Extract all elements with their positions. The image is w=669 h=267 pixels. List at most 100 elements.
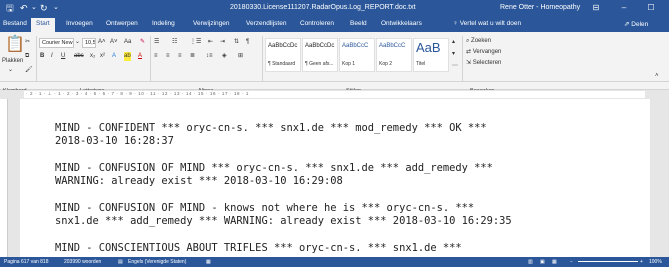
select-button[interactable]: ⇲ Selecteren (466, 59, 501, 68)
tab-controleren[interactable]: Controleren (300, 20, 334, 27)
underline-button[interactable]: U (61, 52, 65, 61)
tab-indeling[interactable]: Indeling (152, 20, 175, 27)
proofing-icon[interactable]: ▤ (118, 259, 123, 265)
font-name-dropdown-icon[interactable]: ⌄ (75, 38, 80, 47)
document-line[interactable]: snx1.de *** add_remedy *** WARNING: alre… (55, 215, 512, 227)
shrink-font-button[interactable]: A˅ (110, 38, 118, 47)
page-count[interactable]: Pagina 617 van 818 (4, 259, 48, 265)
align-right-icon[interactable]: ≡ (178, 52, 182, 61)
clear-formatting-icon[interactable]: ✎ (140, 38, 145, 47)
ribbon-tabs: Bestand Start Invoegen Ontwerpen Indelin… (0, 17, 669, 32)
shading-icon[interactable]: ◈ (222, 52, 227, 61)
maximize-button[interactable]: ☐ (645, 2, 657, 14)
zoom-level[interactable]: 100% (649, 259, 662, 265)
style-geen-afstand[interactable]: AaBbCcDc ¶ Geen afs... (302, 38, 338, 72)
document-page[interactable]: MIND - CONFIDENT *** oryc-cn-s. *** snx1… (20, 99, 650, 257)
print-layout-icon[interactable]: ▣ (540, 259, 545, 265)
tab-beeld[interactable]: Beeld (350, 20, 367, 27)
font-name-field[interactable]: Courier New (39, 38, 74, 48)
web-layout-icon[interactable]: ▦ (552, 259, 557, 265)
undo-icon[interactable]: ↶ (20, 3, 28, 13)
style-kop-2[interactable]: AaBbCcC Kop 2 (376, 38, 412, 72)
styles-scroll-down-icon[interactable]: ▾ (452, 50, 455, 59)
minimize-button[interactable]: – (618, 2, 630, 14)
line-spacing-icon[interactable]: ↕≡ (206, 52, 213, 61)
copy-icon[interactable]: ⧉ (25, 52, 29, 61)
numbering-icon[interactable]: ☷ (172, 38, 177, 47)
styles-scroll-up-icon[interactable]: ▴ (452, 38, 455, 47)
ribbon-display-icon[interactable]: ⊟ (590, 2, 602, 14)
style-standaard[interactable]: AaBbCcDc ¶ Standaard (265, 38, 301, 72)
horizontal-ruler[interactable]: · 2 · 1 · ⊥ · 1 · 2 · 3 · 4 · 5 · 6 · 7 … (0, 90, 669, 99)
tell-me-box[interactable]: ♀ Vertel wat u wilt doen (453, 20, 521, 27)
strikethrough-button[interactable]: abc (74, 52, 84, 61)
multilevel-list-icon[interactable]: ⋮☰ (190, 38, 201, 47)
document-line[interactable]: 2018-03-10 16:28:37 (55, 135, 174, 147)
superscript-button[interactable]: x² (100, 52, 105, 61)
subscript-button[interactable]: x₂ (90, 52, 95, 61)
font-size-field[interactable]: 10,5 (82, 38, 96, 48)
tab-invoegen[interactable]: Invoegen (66, 20, 93, 27)
customize-icon[interactable]: ⌄ (53, 3, 59, 13)
title-bar: 🖫 ↶ ⌄ ↻ ⌄ 20180330.License111207.RadarOp… (0, 0, 669, 17)
word-count[interactable]: 203990 woorden (64, 259, 101, 265)
style-name: Kop 1 (342, 61, 356, 67)
bullets-icon[interactable]: ☰ (154, 38, 159, 47)
undo-dropdown-icon[interactable]: ⌄ (31, 3, 37, 13)
highlight-icon[interactable]: ab (124, 52, 131, 61)
macro-icon[interactable]: ▦ (206, 259, 211, 265)
font-color-icon[interactable]: A (138, 52, 142, 61)
grow-font-button[interactable]: A˄ (98, 38, 106, 47)
document-line[interactable]: MIND - CONFIDENT *** oryc-cn-s. *** snx1… (55, 122, 487, 134)
document-line[interactable]: MIND - CONFUSION OF MIND - knows not whe… (55, 202, 474, 214)
sort-icon[interactable]: ⇅ (234, 38, 239, 47)
change-case-button[interactable]: Aa (124, 38, 131, 47)
tab-verzendlijsten[interactable]: Verzendlijsten (246, 20, 286, 27)
align-center-icon[interactable]: ≡ (166, 52, 170, 61)
tab-bestand[interactable]: Bestand (3, 20, 27, 27)
save-icon[interactable]: 🖫 (6, 3, 14, 13)
group-separator (150, 36, 151, 86)
document-line[interactable]: WARNING: already exist *** 2018-03-10 16… (55, 175, 343, 187)
style-name: ¶ Standaard (268, 61, 296, 67)
increase-indent-icon[interactable]: ⇥ (220, 38, 225, 47)
tab-verwijzingen[interactable]: Verwijzingen (193, 20, 230, 27)
format-painter-icon[interactable]: 🖌 (25, 66, 33, 75)
share-button[interactable]: ⇗ Delen (624, 20, 648, 28)
redo-icon[interactable]: ↻ (40, 3, 48, 13)
bold-button[interactable]: B (40, 52, 44, 61)
group-separator (462, 36, 463, 86)
justify-icon[interactable]: ≣ (190, 52, 195, 61)
replace-button[interactable]: ⇄ Vervangen (466, 48, 501, 57)
document-line[interactable]: MIND - CONFUSION OF MIND *** oryc-cn-s. … (55, 162, 493, 174)
tab-ontwerpen[interactable]: Ontwerpen (106, 20, 138, 27)
show-marks-button[interactable]: ¶ (246, 38, 249, 47)
cut-icon[interactable]: ✂ (25, 38, 30, 47)
replace-icon: ⇄ (466, 49, 473, 55)
italic-button[interactable]: I (51, 52, 53, 61)
style-kop-1[interactable]: AaBbCcC Kop 1 (339, 38, 375, 72)
borders-icon[interactable]: ⊞ (238, 52, 243, 61)
group-separator (36, 36, 37, 86)
clipboard-icon[interactable]: 📋 (5, 36, 25, 54)
vertical-ruler[interactable] (0, 99, 8, 257)
user-name[interactable]: Rene Otter - Homeopathy (500, 4, 580, 11)
paste-dropdown-icon[interactable]: ⌄ (8, 66, 13, 75)
collapse-ribbon-icon[interactable]: ˄ (655, 72, 659, 81)
style-titel[interactable]: AaB Titel (413, 38, 449, 72)
vertical-scrollbar[interactable] (660, 99, 669, 257)
text-effects-icon[interactable]: A (112, 52, 116, 61)
zoom-out-icon[interactable]: − (570, 259, 573, 265)
tab-start[interactable]: Start (31, 18, 55, 32)
zoom-in-icon[interactable]: + (640, 259, 643, 265)
align-left-icon[interactable]: ≡ (154, 52, 158, 61)
language-indicator[interactable]: Engels (Verenigde Staten) (128, 259, 186, 265)
zoom-slider[interactable] (578, 261, 638, 262)
document-line[interactable]: MIND - CONSCIENTIOUS ABOUT TRIFLES *** o… (55, 242, 462, 254)
find-button[interactable]: ⌕ Zoeken (466, 37, 491, 46)
styles-more-icon[interactable]: ⋯ (452, 62, 458, 71)
paste-button[interactable]: Plakken (2, 57, 23, 66)
decrease-indent-icon[interactable]: ⇤ (208, 38, 213, 47)
tab-ontwikkelaars[interactable]: Ontwikkelaars (381, 20, 422, 27)
read-mode-icon[interactable]: ▥ (528, 259, 533, 265)
